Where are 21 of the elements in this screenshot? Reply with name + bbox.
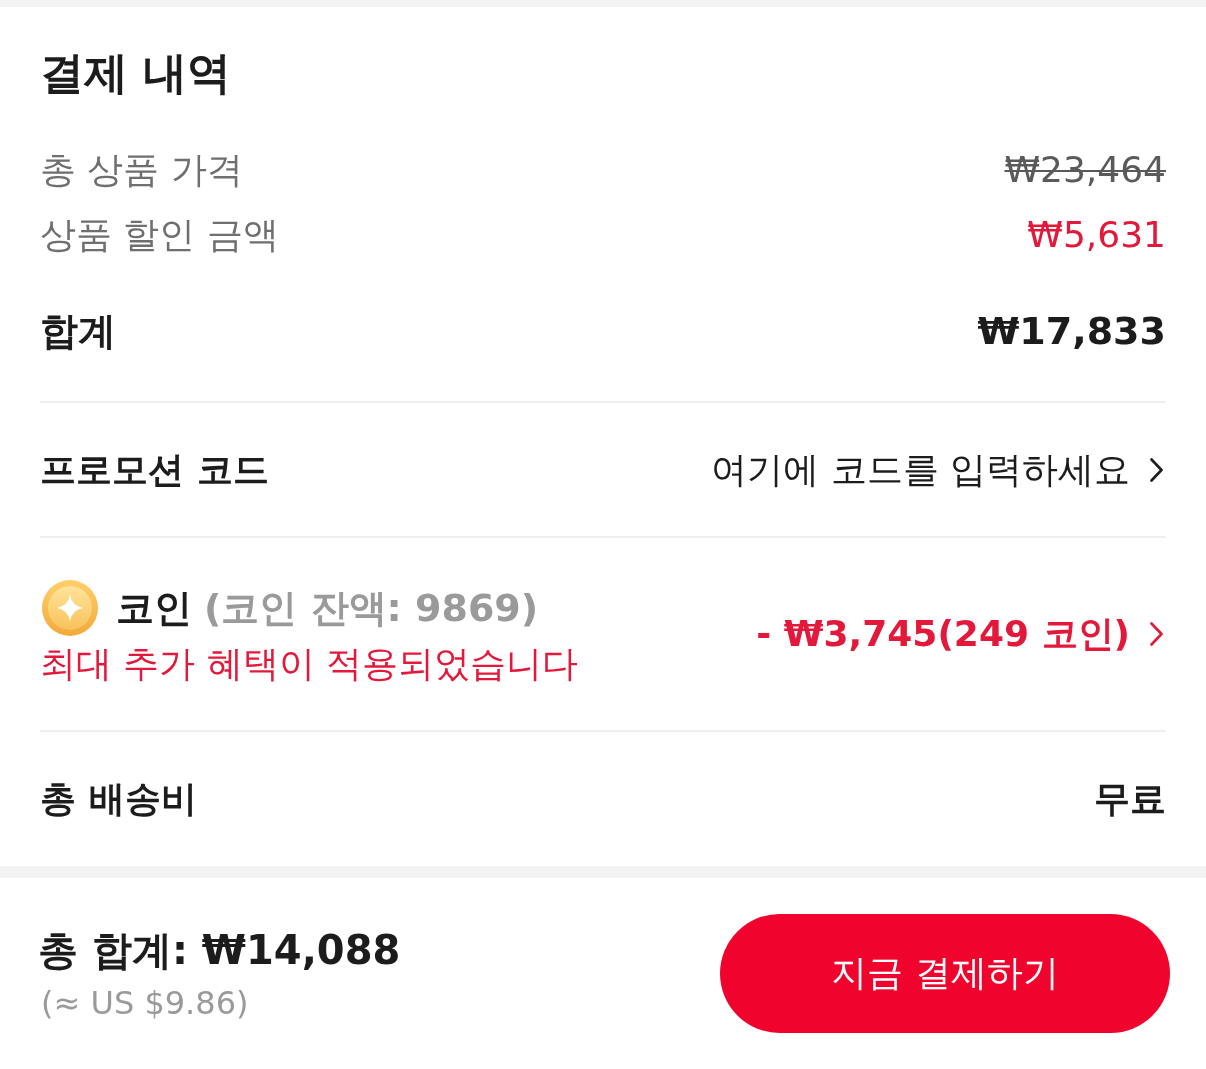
coin-label: 코인 [116, 585, 192, 632]
coin-icon [42, 580, 98, 636]
usd-conversion: (≈ US $9.86) [40, 982, 249, 1023]
price-label: 상품 할인 금액 [40, 212, 279, 257]
promo-code-link[interactable]: 여기에 코드를 입력하세요 [711, 447, 1166, 492]
chevron-right-icon [1150, 622, 1163, 646]
subtotal-amount: ₩17,833 [977, 308, 1166, 353]
section-title: 결제 내역 [40, 46, 232, 100]
subtotal-label: 합계 [40, 308, 116, 353]
chevron-right-icon [1150, 457, 1163, 482]
coin-benefit-note: 최대 추가 혜택이 적용되었습니다 [40, 642, 579, 686]
pay-now-button[interactable]: 지금 결제하기 [720, 914, 1170, 1033]
coin-discount-link[interactable]: - ₩3,745(249 코인) [756, 612, 1166, 656]
discount-amount: ₩5,631 [1027, 212, 1166, 257]
promo-code-label: 프로모션 코드 [40, 447, 269, 492]
original-price: ₩23,464 [1004, 147, 1166, 192]
coin-balance: (코인 잔액: 9869) [204, 585, 539, 632]
order-total: 총 합계: ₩14,088 [38, 925, 401, 975]
shipping-fee: 무료 [1094, 777, 1166, 821]
price-label: 총 상품 가격 [40, 147, 243, 192]
shipping-label: 총 배송비 [40, 777, 197, 821]
